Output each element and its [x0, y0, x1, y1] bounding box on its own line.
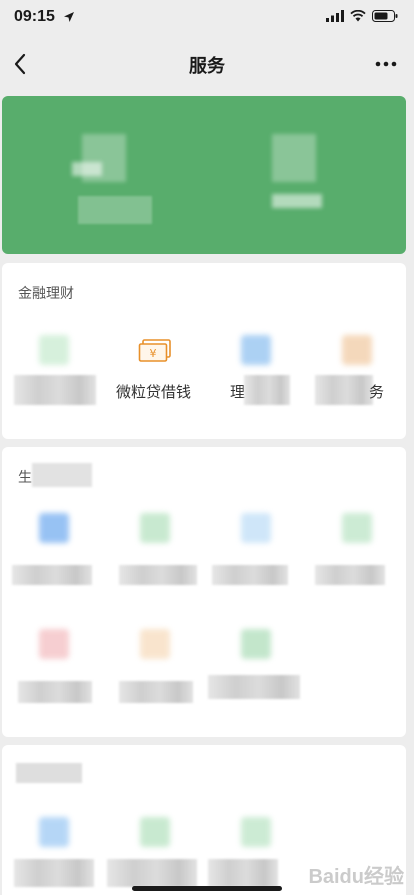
service-item-label: 务 — [368, 384, 384, 401]
page-title: 服务 — [189, 56, 225, 76]
finance-icon — [241, 335, 271, 365]
section-title: 生 — [18, 469, 32, 485]
blurred-title — [16, 763, 82, 783]
service-item[interactable] — [2, 335, 103, 435]
service-item[interactable] — [204, 629, 305, 729]
service-item[interactable] — [2, 629, 103, 729]
wallet-hero-panel — [2, 96, 406, 254]
service-item[interactable] — [103, 513, 204, 613]
blurred-label — [208, 675, 300, 699]
phone-icon — [39, 513, 69, 543]
utility-icon — [140, 513, 170, 543]
battery-icon — [372, 10, 398, 22]
service-item[interactable] — [103, 629, 204, 729]
baidu-watermark: Baidu经验 — [308, 866, 404, 888]
city-service-icon — [342, 513, 372, 543]
service-item[interactable] — [2, 513, 103, 613]
blurred-label — [78, 196, 152, 224]
blurred-label — [18, 681, 92, 703]
home-indicator — [132, 886, 282, 891]
status-indicators — [326, 10, 398, 22]
service-item[interactable] — [204, 817, 305, 895]
wallet-card-icon — [272, 134, 316, 182]
blurred-label — [208, 859, 278, 887]
wallet-card-icon-detail — [272, 194, 322, 208]
service-item[interactable]: 务 — [305, 335, 406, 435]
health-icon — [140, 629, 170, 659]
blurred-label — [212, 565, 288, 585]
yuan-bill-icon: ¥ — [138, 339, 171, 362]
service-item[interactable] — [204, 513, 305, 613]
signal-icon — [326, 10, 344, 22]
wifi-icon — [350, 10, 366, 22]
hero-item-wallet[interactable] — [250, 114, 370, 234]
blurred-label — [12, 565, 92, 585]
service-item-label: 微粒贷借钱 — [115, 384, 191, 401]
blurred-label — [315, 565, 385, 585]
section-title: 金融理财 — [18, 285, 74, 301]
svg-text:¥: ¥ — [150, 347, 157, 360]
car-icon — [241, 817, 271, 847]
wallet-icon — [39, 335, 69, 365]
service-item[interactable] — [305, 513, 406, 613]
blurred-label — [14, 859, 94, 887]
more-button[interactable] — [372, 52, 400, 76]
blurred-label — [107, 859, 197, 887]
gift-icon — [39, 629, 69, 659]
nav-bar: 服务 — [0, 40, 414, 88]
charity-icon — [241, 629, 271, 659]
blurred-label — [119, 681, 193, 703]
more-dots-icon — [375, 61, 397, 67]
section-finance: 金融理财 ¥ 微粒贷借钱 理 务 — [2, 263, 406, 439]
blurred-label — [14, 375, 96, 405]
service-grid: ¥ 微粒贷借钱 理 务 — [2, 335, 406, 435]
status-bar: 09:15 — [0, 0, 414, 40]
shopping-icon — [140, 817, 170, 847]
section-life: 生 — [2, 447, 406, 737]
service-item[interactable] — [103, 817, 204, 895]
ticket-icon — [39, 817, 69, 847]
blurred-label — [119, 565, 197, 585]
blurred-label — [244, 375, 290, 405]
service-item[interactable] — [2, 817, 103, 895]
hero-item-payment[interactable] — [60, 114, 180, 234]
service-item[interactable]: 理 — [204, 335, 305, 435]
blurred-title — [32, 463, 92, 487]
service-grid — [2, 513, 406, 613]
location-arrow-icon — [64, 12, 74, 22]
service-grid — [2, 629, 406, 729]
qr-pay-icon-detail — [72, 162, 102, 176]
water-icon — [241, 513, 271, 543]
insurance-icon — [342, 335, 372, 365]
service-item-weilidai[interactable]: ¥ 微粒贷借钱 — [103, 335, 204, 435]
status-time: 09:15 — [14, 8, 55, 25]
